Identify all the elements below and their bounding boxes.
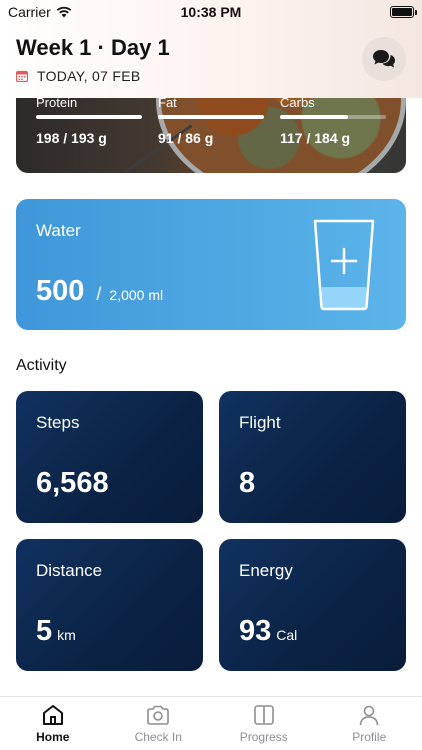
tab-home[interactable]: Home xyxy=(0,697,106,750)
carrier-label: Carrier xyxy=(8,4,51,20)
battery-icon xyxy=(390,6,417,18)
columns-icon xyxy=(253,705,274,725)
macro-progress-fill xyxy=(36,115,142,119)
macro-progress-track xyxy=(158,115,264,119)
distance-card[interactable]: Distance 5 km xyxy=(16,539,203,671)
home-icon xyxy=(42,705,63,725)
person-icon xyxy=(359,705,379,726)
tab-label: Profile xyxy=(352,730,387,744)
water-current: 500 xyxy=(36,275,85,307)
energy-value: 93 xyxy=(239,615,272,647)
water-amount: 500 / 2,000 ml xyxy=(36,275,163,308)
water-title: Water xyxy=(36,221,81,240)
distance-value: 5 xyxy=(36,615,53,647)
flight-value: 8 xyxy=(239,467,256,499)
energy-label: Energy xyxy=(239,561,293,580)
water-separator: / xyxy=(96,284,102,304)
plus-icon xyxy=(330,247,358,275)
water-target: 2,000 ml xyxy=(109,287,164,303)
add-water-button[interactable] xyxy=(312,219,376,311)
camera-icon xyxy=(147,705,170,725)
flight-card[interactable]: Flight 8 xyxy=(219,391,406,523)
tab-profile[interactable]: Profile xyxy=(317,697,422,750)
tab-label: Check In xyxy=(134,730,182,744)
flight-label: Flight xyxy=(239,413,281,432)
macro-value: 117 / 184 g xyxy=(280,130,351,146)
macro-carbs: Carbs 117 / 184 g xyxy=(280,95,386,146)
distance-unit: km xyxy=(57,627,76,643)
energy-unit: Cal xyxy=(276,627,298,643)
activity-section-title: Activity xyxy=(16,357,67,374)
energy-card[interactable]: Energy 93 Cal xyxy=(219,539,406,671)
status-bar: Carrier 10:38 PM xyxy=(0,0,422,24)
steps-value: 6,568 xyxy=(36,467,109,499)
tab-label: Progress xyxy=(239,730,288,744)
macro-value: 91 / 86 g xyxy=(158,130,214,146)
steps-label: Steps xyxy=(36,413,80,432)
chat-button[interactable] xyxy=(362,37,406,81)
steps-card[interactable]: Steps 6,568 xyxy=(16,391,203,523)
chat-bubbles-icon xyxy=(373,50,395,68)
macro-progress-track xyxy=(280,115,386,119)
glass-water-level xyxy=(321,287,367,309)
macro-progress-fill xyxy=(158,115,264,119)
macro-progress-fill xyxy=(280,115,348,119)
macro-fat: Fat 91 / 86 g xyxy=(158,95,264,146)
macro-value: 198 / 193 g xyxy=(36,130,107,146)
wifi-icon xyxy=(56,6,72,18)
tab-progress[interactable]: Progress xyxy=(211,697,317,750)
date-label: TODAY, 07 FEB xyxy=(37,68,141,84)
date-row: TODAY, 07 FEB xyxy=(16,68,141,84)
calendar-icon xyxy=(16,70,28,82)
macro-progress-track xyxy=(36,115,142,119)
tab-bar: Home Check In Progress Profile xyxy=(0,696,422,750)
distance-label: Distance xyxy=(36,561,103,580)
tab-label: Home xyxy=(36,730,70,744)
page-title: Week 1 · Day 1 xyxy=(16,35,170,60)
water-card[interactable]: Water 500 / 2,000 ml xyxy=(16,199,406,330)
macro-protein: Protein 198 / 193 g xyxy=(36,95,142,146)
tab-check-in[interactable]: Check In xyxy=(106,697,212,750)
